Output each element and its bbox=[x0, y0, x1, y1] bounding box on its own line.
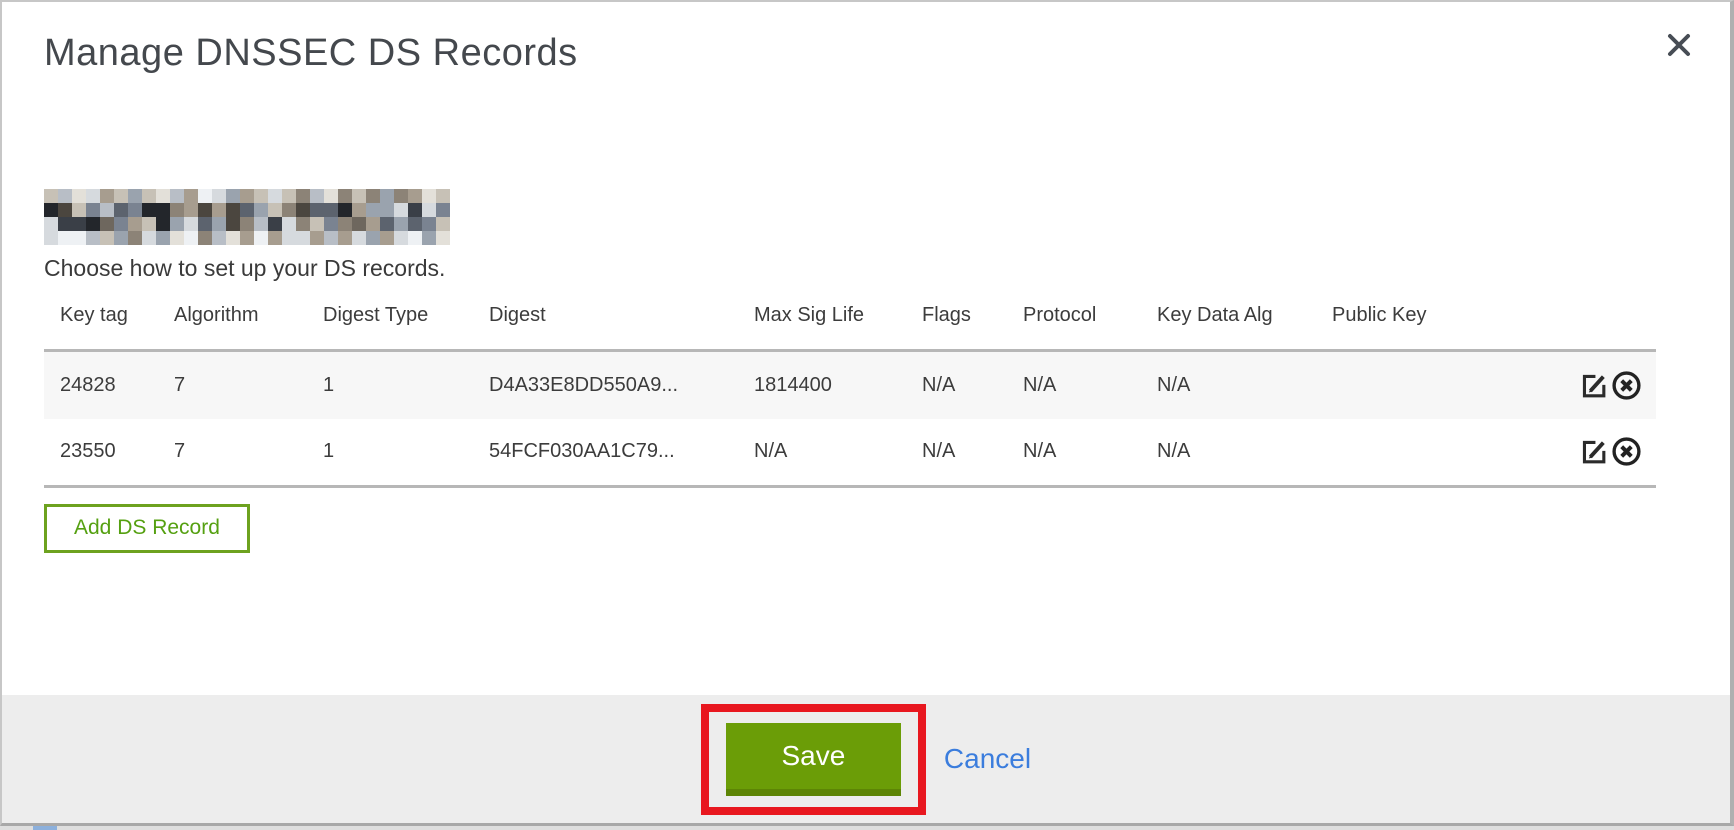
column-header-actions bbox=[1574, 298, 1656, 351]
table-cell: N/A bbox=[1157, 419, 1332, 487]
table-cell: 23550 bbox=[44, 419, 174, 487]
edit-icon bbox=[1578, 389, 1609, 404]
close-button[interactable] bbox=[1662, 28, 1696, 62]
column-header: Key Data Alg bbox=[1157, 298, 1332, 351]
table-header-row: Key tagAlgorithmDigest TypeDigestMax Sig… bbox=[44, 298, 1656, 351]
dialog-title: Manage DNSSEC DS Records bbox=[44, 32, 1654, 75]
table-cell: N/A bbox=[754, 419, 922, 487]
table-cell: N/A bbox=[1023, 419, 1157, 487]
save-button[interactable]: Save bbox=[726, 723, 901, 796]
column-header: Max Sig Life bbox=[754, 298, 922, 351]
row-actions bbox=[1574, 351, 1656, 419]
row-actions bbox=[1574, 419, 1656, 487]
background-page-fragment bbox=[33, 826, 57, 830]
table-cell bbox=[1332, 419, 1574, 487]
table-row: 235507154FCF030AA1C79...N/AN/AN/AN/A bbox=[44, 419, 1656, 487]
column-header: Digest bbox=[489, 298, 754, 351]
save-highlight-annotation: Save bbox=[701, 704, 926, 815]
column-header: Algorithm bbox=[174, 298, 323, 351]
table-cell: N/A bbox=[922, 351, 1023, 419]
table-cell: N/A bbox=[1157, 351, 1332, 419]
column-header: Flags bbox=[922, 298, 1023, 351]
table-cell: 24828 bbox=[44, 351, 174, 419]
table-cell: 54FCF030AA1C79... bbox=[489, 419, 754, 487]
delete-record-button[interactable] bbox=[1611, 370, 1642, 401]
edit-record-button[interactable] bbox=[1578, 436, 1609, 467]
delete-record-button[interactable] bbox=[1611, 436, 1642, 467]
table-cell bbox=[1332, 351, 1574, 419]
column-header: Protocol bbox=[1023, 298, 1157, 351]
table-cell: N/A bbox=[1023, 351, 1157, 419]
table-cell: 7 bbox=[174, 351, 323, 419]
dnssec-dialog: Manage DNSSEC DS Records Choose how to s… bbox=[0, 0, 1734, 826]
delete-icon bbox=[1611, 455, 1642, 470]
ds-records-table: Key tagAlgorithmDigest TypeDigestMax Sig… bbox=[44, 298, 1656, 488]
table-cell: 1814400 bbox=[754, 351, 922, 419]
redacted-domain-name bbox=[44, 189, 450, 245]
cancel-link[interactable]: Cancel bbox=[944, 743, 1031, 775]
column-header: Key tag bbox=[44, 298, 174, 351]
edit-icon bbox=[1578, 455, 1609, 470]
instruction-text: Choose how to set up your DS records. bbox=[44, 255, 1654, 282]
table-cell: 1 bbox=[323, 351, 489, 419]
dialog-footer: Save Cancel bbox=[2, 695, 1730, 823]
edit-record-button[interactable] bbox=[1578, 370, 1609, 401]
table-cell: D4A33E8DD550A9... bbox=[489, 351, 754, 419]
table-cell: 7 bbox=[174, 419, 323, 487]
add-ds-record-button[interactable]: Add DS Record bbox=[44, 504, 250, 553]
table-row: 2482871D4A33E8DD550A9...1814400N/AN/AN/A bbox=[44, 351, 1656, 419]
delete-icon bbox=[1611, 389, 1642, 404]
table-cell: N/A bbox=[922, 419, 1023, 487]
table-cell: 1 bbox=[323, 419, 489, 487]
close-icon bbox=[1666, 32, 1692, 58]
column-header: Public Key bbox=[1332, 298, 1574, 351]
column-header: Digest Type bbox=[323, 298, 489, 351]
